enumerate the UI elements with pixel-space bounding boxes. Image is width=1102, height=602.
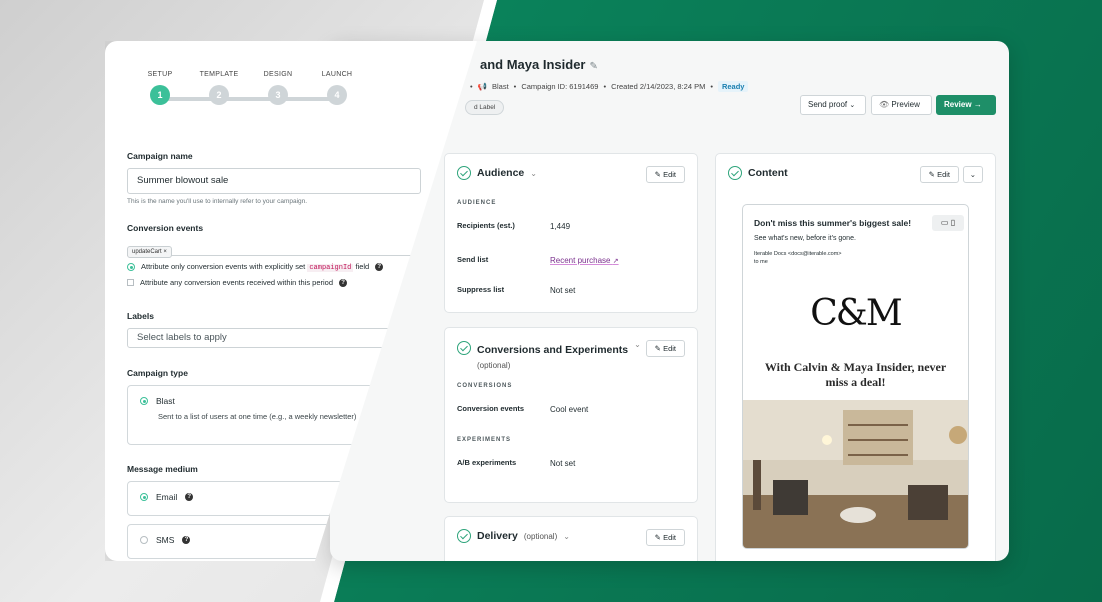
content-more-dropdown[interactable]: ⌄ xyxy=(963,166,983,183)
check-circle-icon xyxy=(457,341,471,355)
send-list-label: Send list xyxy=(457,255,488,264)
recipients-value: 1,449 xyxy=(550,222,570,231)
experiments-caption: EXPERIMENTS xyxy=(457,437,511,443)
step-launch[interactable]: LAUNCH 4 xyxy=(312,69,362,105)
suppress-list-value: Not set xyxy=(550,286,575,295)
pencil-icon: ✎ xyxy=(655,533,661,542)
email-subject: Don't miss this summer's biggest sale! xyxy=(754,218,911,228)
conversions-panel: Conversions and Experiments (optional) ⌄… xyxy=(444,327,698,503)
meta-type: Blast xyxy=(492,82,509,91)
progress-stepper: SETUP 1 TEMPLATE 2 DESIGN 3 LAUNCH 4 xyxy=(135,69,355,119)
conversions-optional: (optional) xyxy=(477,361,628,370)
pencil-icon: ✎ xyxy=(929,170,935,179)
email-preheader: See what's new, before it's gone. xyxy=(754,235,856,242)
eye-icon: 👁 xyxy=(879,100,889,109)
conversion-events-input[interactable]: updateCart × xyxy=(127,240,421,256)
audience-caption: AUDIENCE xyxy=(457,200,496,206)
help-icon[interactable]: ? xyxy=(375,263,383,271)
meta-created: Created 2/14/2023, 8:24 PM xyxy=(611,82,705,91)
campaign-title: and Maya Insider✎ xyxy=(480,57,598,72)
help-icon[interactable]: ? xyxy=(182,536,190,544)
email-preview: Don't miss this summer's biggest sale! ▭… xyxy=(742,204,969,549)
chevron-down-icon[interactable]: ⌄ xyxy=(634,340,641,349)
meta-dot: • xyxy=(470,82,473,91)
mobile-icon[interactable]: ▯ xyxy=(951,218,955,227)
suppress-list-label: Suppress list xyxy=(457,285,504,294)
chevron-down-icon: ⌄ xyxy=(970,170,976,179)
review-button[interactable]: Review → xyxy=(936,95,996,115)
status-badge: Ready xyxy=(718,81,749,92)
content-panel: Content ✎ Edit ⌄ Don't miss this summer'… xyxy=(715,153,996,561)
desktop-icon[interactable]: ▭ xyxy=(941,218,949,227)
delivery-edit-button[interactable]: ✎ Edit xyxy=(646,529,685,546)
chevron-down-icon: ⌄ xyxy=(849,102,855,109)
external-link-icon: ↗ xyxy=(613,258,619,265)
step-setup[interactable]: SETUP 1 xyxy=(135,69,185,105)
help-icon[interactable]: ? xyxy=(339,279,347,287)
audience-panel: Audience ⌄ ✎ Edit AUDIENCE Recipients (e… xyxy=(444,153,698,313)
ab-experiments-value: Not set xyxy=(550,459,575,468)
label-pill[interactable]: d Label xyxy=(465,100,504,115)
campaign-name-hint: This is the name you'll use to internall… xyxy=(127,198,427,205)
delivery-panel: Delivery (optional) ⌄ ✎ Edit xyxy=(444,516,698,561)
delivery-title: Delivery xyxy=(477,530,518,542)
conversion-events-value: Cool event xyxy=(550,405,588,414)
pencil-icon: ✎ xyxy=(655,170,661,179)
ab-experiments-label: A/B experiments xyxy=(457,458,516,467)
conversion-events-label: Conversion events xyxy=(127,223,427,233)
conversions-title: Conversions and Experiments xyxy=(477,344,628,356)
campaign-name-label: Campaign name xyxy=(127,151,427,161)
help-icon[interactable]: ? xyxy=(185,493,193,501)
audience-edit-button[interactable]: ✎ Edit xyxy=(646,166,685,183)
checkbox[interactable] xyxy=(127,279,134,286)
labels-label: Labels xyxy=(127,311,427,321)
brand-logo: C&M xyxy=(743,293,968,334)
check-circle-icon xyxy=(457,529,471,543)
conversion-events-label: Conversion events xyxy=(457,404,524,413)
hero-image xyxy=(743,400,969,549)
send-proof-button[interactable]: Send proof ⌄ xyxy=(800,95,866,115)
campaign-meta: • 📢 Blast • Campaign ID: 6191469 • Creat… xyxy=(470,81,748,92)
radio-unselected[interactable] xyxy=(140,536,148,544)
check-circle-icon xyxy=(457,166,471,180)
arrow-right-icon: → xyxy=(974,100,982,109)
conversions-caption: CONVERSIONS xyxy=(457,383,512,389)
step-design[interactable]: DESIGN 3 xyxy=(253,69,303,105)
device-toggle[interactable]: ▭ ▯ xyxy=(932,215,964,231)
campaign-id-code: campaignId xyxy=(307,264,353,272)
recipients-label: Recipients (est.) xyxy=(457,221,515,230)
check-circle-icon xyxy=(728,166,742,180)
content-title: Content xyxy=(748,167,788,179)
conversion-event-chip[interactable]: updateCart × xyxy=(127,246,172,258)
radio-selected[interactable] xyxy=(127,263,135,271)
chevron-down-icon[interactable]: ⌄ xyxy=(563,532,570,541)
email-from: Iterable Docs <docs@iterable.com> to me xyxy=(754,250,842,266)
audience-title: Audience xyxy=(477,167,524,179)
labels-select[interactable]: Select labels to apply xyxy=(127,328,421,348)
megaphone-icon: 📢 xyxy=(478,82,487,91)
campaign-name-input[interactable]: Summer blowout sale xyxy=(127,168,421,194)
pencil-icon: ✎ xyxy=(655,344,661,353)
send-list-link[interactable]: Recent purchase ↗ xyxy=(550,256,619,265)
radio-selected[interactable] xyxy=(140,397,148,405)
conversion-option-any[interactable]: Attribute any conversion events received… xyxy=(127,278,427,287)
content-edit-button[interactable]: ✎ Edit xyxy=(920,166,959,183)
radio-selected[interactable] xyxy=(140,493,148,501)
conversion-option-explicit[interactable]: Attribute only conversion events with ex… xyxy=(127,262,427,272)
conversions-edit-button[interactable]: ✎ Edit xyxy=(646,340,685,357)
delivery-optional: (optional) xyxy=(524,532,557,541)
preview-button[interactable]: 👁 Preview xyxy=(871,95,932,115)
pencil-icon[interactable]: ✎ xyxy=(589,61,597,72)
chevron-down-icon[interactable]: ⌄ xyxy=(530,169,537,178)
living-room-illustration xyxy=(743,400,969,549)
email-headline: With Calvin & Maya Insider, never miss a… xyxy=(753,360,958,390)
meta-campaign-id: Campaign ID: 6191469 xyxy=(521,82,598,91)
step-template[interactable]: TEMPLATE 2 xyxy=(194,69,244,105)
